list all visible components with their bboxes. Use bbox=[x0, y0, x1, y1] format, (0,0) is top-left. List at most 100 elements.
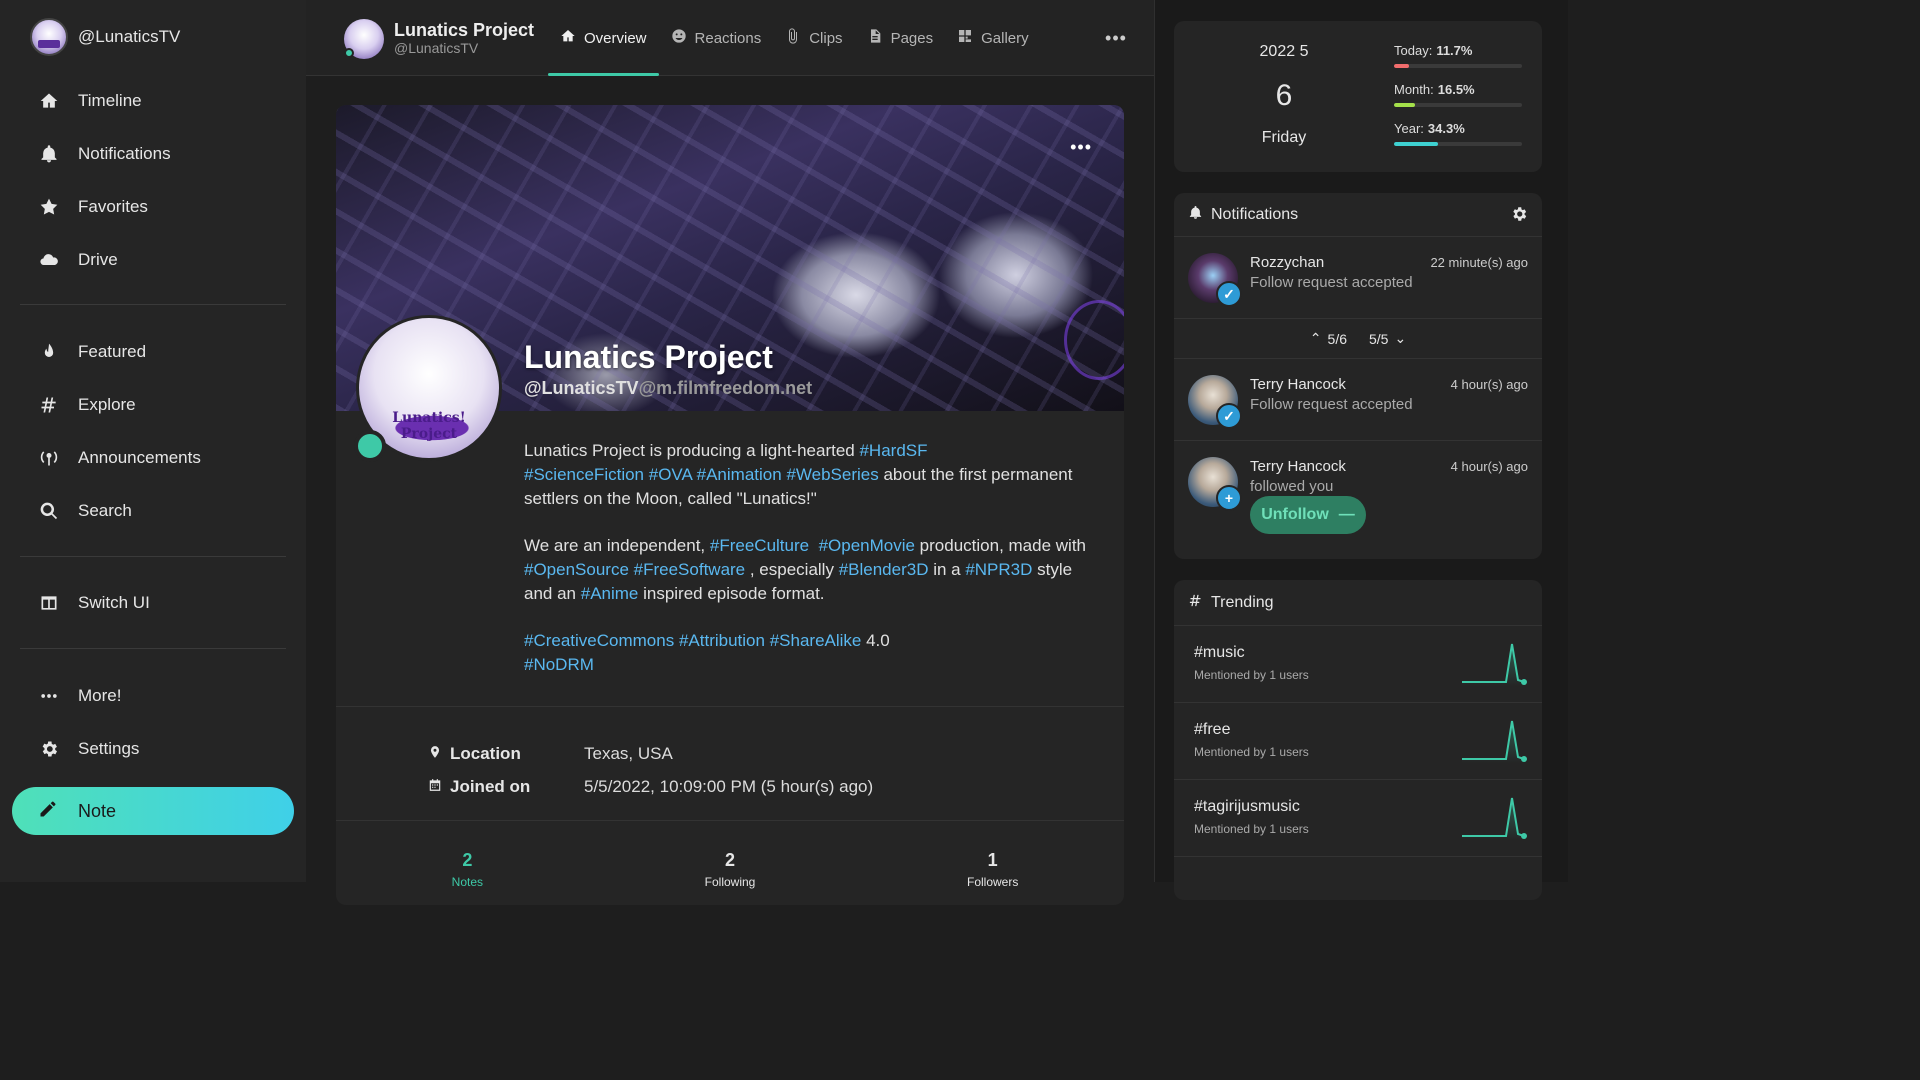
chevron-up-icon: ⌃ bbox=[1309, 330, 1322, 346]
notification-item[interactable]: ✓ Rozzychan Follow request accepted 22 m… bbox=[1174, 237, 1542, 319]
map-pin-icon bbox=[428, 744, 442, 764]
pager-next[interactable]: 5/5 ⌄ bbox=[1369, 330, 1406, 347]
columns-icon bbox=[38, 593, 60, 613]
sidebar-item-featured[interactable]: Featured bbox=[0, 325, 306, 378]
trending-mentions: Mentioned by 1 users bbox=[1194, 745, 1309, 759]
sidebar-item-explore[interactable]: Explore bbox=[0, 378, 306, 431]
fire-icon bbox=[38, 342, 60, 362]
tab-label: Overview bbox=[584, 29, 647, 47]
following-count[interactable]: 2 Following bbox=[599, 850, 862, 889]
notification-user[interactable]: Terry Hancock bbox=[1250, 376, 1346, 393]
file-icon bbox=[867, 28, 883, 48]
trending-sparkline bbox=[1462, 720, 1527, 763]
hashtag-link[interactable]: #Attribution bbox=[679, 631, 765, 650]
hashtag-link[interactable]: #NoDRM bbox=[524, 655, 594, 674]
notes-count[interactable]: 2 Notes bbox=[336, 850, 599, 889]
bell-icon bbox=[38, 144, 60, 164]
sidebar-item-more[interactable]: More! bbox=[0, 669, 306, 722]
sidebar-item-announcements[interactable]: Announcements bbox=[0, 431, 306, 484]
tab-pages[interactable]: Pages bbox=[855, 0, 946, 76]
sidebar-item-label: Explore bbox=[78, 394, 136, 414]
tab-clips[interactable]: Clips bbox=[773, 0, 854, 76]
sidebar-item-favorites[interactable]: Favorites bbox=[0, 180, 306, 233]
tab-gallery[interactable]: Gallery bbox=[945, 0, 1041, 76]
tab-label: Reactions bbox=[694, 29, 762, 47]
widget-title: Trending bbox=[1211, 593, 1274, 611]
sidebar-item-switch-ui[interactable]: Switch UI bbox=[0, 576, 306, 629]
nav-secondary: Featured Explore Announcements Search bbox=[0, 325, 306, 537]
notification-item[interactable]: ✓ Terry Hancock Follow request accepted … bbox=[1174, 359, 1542, 441]
note-button[interactable]: Note bbox=[12, 787, 294, 835]
hashtag-link[interactable]: #ScienceFiction bbox=[524, 465, 644, 484]
trending-mentions: Mentioned by 1 users bbox=[1194, 822, 1309, 836]
hashtag-link[interactable]: #FreeSoftware bbox=[634, 560, 746, 579]
sidebar-divider bbox=[20, 648, 286, 649]
notification-text: Follow request accepted bbox=[1250, 396, 1413, 413]
trending-widget-header: Trending bbox=[1174, 580, 1542, 626]
notification-user[interactable]: Terry Hancock bbox=[1250, 458, 1346, 475]
sidebar-item-notifications[interactable]: Notifications bbox=[0, 127, 306, 180]
stat-year: Year: 34.3% bbox=[1394, 121, 1524, 160]
hashtag-link[interactable]: #WebSeries bbox=[786, 465, 878, 484]
profile-menu-button[interactable]: ••• bbox=[1070, 137, 1092, 158]
sidebar-item-timeline[interactable]: Timeline bbox=[0, 74, 306, 127]
hashtag-link[interactable]: #CreativeCommons bbox=[524, 631, 674, 650]
trending-tag[interactable]: #music bbox=[1194, 644, 1245, 662]
sidebar-item-label: Switch UI bbox=[78, 592, 150, 612]
sidebar-item-drive[interactable]: Drive bbox=[0, 233, 306, 286]
unfollow-button[interactable]: Unfollow — bbox=[1250, 496, 1366, 534]
hashtag-link[interactable]: #Animation bbox=[697, 465, 782, 484]
sidebar-divider bbox=[20, 304, 286, 305]
header-handle: @LunaticsTV bbox=[394, 40, 479, 56]
header-more-button[interactable]: ••• bbox=[1105, 28, 1126, 48]
stat-month: Month: 16.5% bbox=[1394, 82, 1524, 121]
main-column: Lunatics Project @LunaticsTV Overview Re… bbox=[306, 0, 1154, 905]
field-joined: Joined on 5/5/2022, 10:09:00 PM (5 hour(… bbox=[428, 770, 873, 803]
field-location: Location Texas, USA bbox=[428, 737, 873, 770]
profile-handle: @LunaticsTV@m.filmfreedom.net bbox=[524, 378, 813, 398]
tab-reactions[interactable]: Reactions bbox=[659, 0, 774, 76]
tab-overview[interactable]: Overview bbox=[548, 0, 659, 76]
account-switcher[interactable]: @LunaticsTV bbox=[30, 18, 180, 56]
trending-item[interactable]: #free Mentioned by 1 users bbox=[1174, 703, 1542, 780]
cloud-icon bbox=[38, 250, 60, 270]
trending-item[interactable]: #tagirijusmusic Mentioned by 1 users bbox=[1174, 780, 1542, 857]
ellipsis-icon bbox=[38, 686, 60, 706]
notification-user[interactable]: Rozzychan bbox=[1250, 254, 1324, 271]
image-icon bbox=[957, 28, 973, 48]
hashtag-link[interactable]: #ShareAlike bbox=[770, 631, 862, 650]
sidebar-item-search[interactable]: Search bbox=[0, 484, 306, 537]
calendar-weekday: Friday bbox=[1261, 129, 1307, 146]
notification-item[interactable]: + Terry Hancock followed you 4 hour(s) a… bbox=[1174, 441, 1542, 559]
sidebar-item-settings[interactable]: Settings bbox=[0, 722, 306, 775]
sidebar-divider bbox=[20, 556, 286, 557]
progress-bar-today bbox=[1394, 64, 1409, 68]
pencil-icon bbox=[38, 799, 58, 824]
hashtag-link[interactable]: #OpenMovie bbox=[819, 536, 915, 555]
tab-label: Pages bbox=[890, 29, 934, 47]
profile-bio: Lunatics Project is producing a light-he… bbox=[524, 441, 1086, 674]
trending-tag[interactable]: #free bbox=[1194, 721, 1230, 739]
notification-text: followed you bbox=[1250, 478, 1334, 495]
hashtag-link[interactable]: #NPR3D bbox=[965, 560, 1032, 579]
hashtag-link[interactable]: #FreeCulture bbox=[710, 536, 809, 555]
hashtag-link[interactable]: #Blender3D bbox=[839, 560, 929, 579]
trending-item[interactable]: #music Mentioned by 1 users bbox=[1174, 626, 1542, 703]
hashtag-link[interactable]: #Anime bbox=[581, 584, 639, 603]
sidebar-item-label: Settings bbox=[78, 738, 140, 758]
bell-icon bbox=[1188, 205, 1203, 225]
trending-tag[interactable]: #tagirijusmusic bbox=[1194, 798, 1300, 816]
account-avatar bbox=[30, 18, 68, 56]
trending-widget: Trending #music Mentioned by 1 users #fr… bbox=[1174, 580, 1542, 900]
header-title: Lunatics Project bbox=[394, 20, 535, 40]
widgets-panel: 2022 5 6 Friday Today: 11.7% Month: 16.5% … bbox=[1154, 0, 1568, 900]
joined-value: 5/5/2022, 10:09:00 PM (5 hour(s) ago) bbox=[584, 776, 874, 796]
widget-title: Notifications bbox=[1211, 205, 1299, 223]
followers-count[interactable]: 1 Followers bbox=[861, 850, 1124, 889]
hashtag-link[interactable]: #HardSF bbox=[859, 441, 927, 460]
sidebar-item-label: Announcements bbox=[78, 447, 201, 467]
gear-icon[interactable] bbox=[1510, 205, 1528, 228]
hashtag-link[interactable]: #OVA bbox=[649, 465, 692, 484]
pager-prev[interactable]: ⌃ 5/6 bbox=[1310, 330, 1347, 347]
hashtag-link[interactable]: #OpenSource bbox=[524, 560, 629, 579]
